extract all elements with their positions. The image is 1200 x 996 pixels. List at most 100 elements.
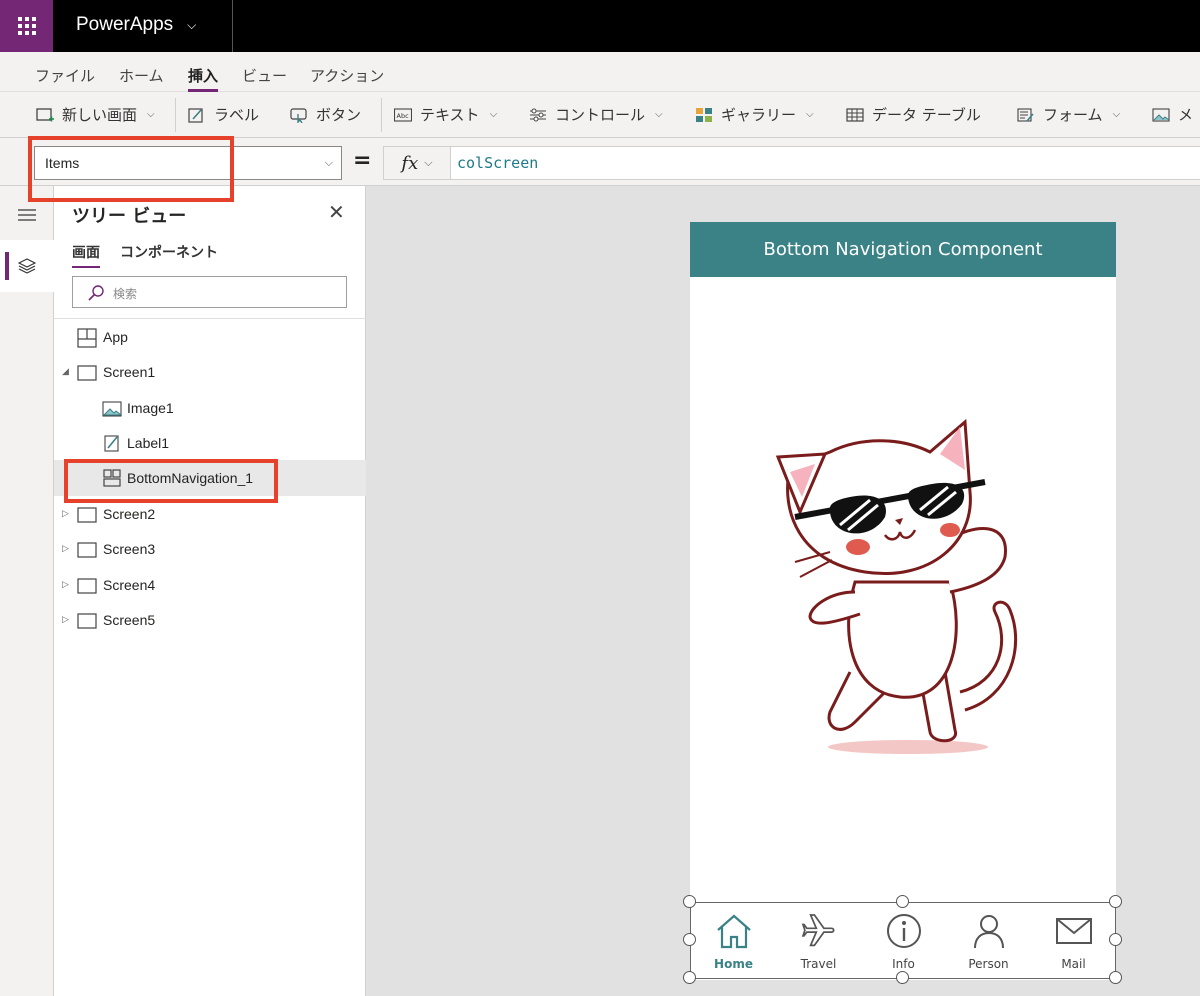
resize-handle[interactable] bbox=[683, 971, 696, 984]
tree-search-input[interactable]: 検索 bbox=[72, 276, 347, 308]
app-screen[interactable]: Bottom Navigation Component Home Travel … bbox=[683, 222, 1122, 984]
nav-item-travel[interactable]: Travel bbox=[776, 903, 861, 980]
tree-node-screen3[interactable]: ▷ Screen3 bbox=[54, 531, 366, 567]
app-launcher-button[interactable] bbox=[0, 0, 53, 52]
image-icon bbox=[1152, 107, 1170, 122]
gallery-button[interactable]: ギャラリー ⌵ bbox=[695, 104, 814, 125]
resize-handle[interactable] bbox=[1109, 933, 1122, 946]
expanded-triangle-icon[interactable]: ◢ bbox=[62, 366, 69, 377]
nav-item-person[interactable]: Person bbox=[946, 903, 1031, 980]
tab-components[interactable]: コンポーネント bbox=[120, 242, 218, 262]
data-table-button[interactable]: データ テーブル bbox=[846, 104, 981, 125]
nav-label: Mail bbox=[1061, 957, 1086, 971]
airplane-icon bbox=[801, 914, 835, 947]
tab-action[interactable]: アクション bbox=[310, 65, 384, 86]
tree-node-app[interactable]: App bbox=[54, 319, 366, 355]
left-rail bbox=[0, 186, 54, 996]
image-icon bbox=[102, 401, 122, 417]
mail-icon bbox=[1056, 918, 1092, 944]
nav-item-home[interactable]: Home bbox=[691, 903, 776, 980]
text-button[interactable]: Abc テキスト ⌵ bbox=[394, 104, 497, 125]
top-bar: PowerApps ⌵ bbox=[0, 0, 1200, 52]
tree-node-screen1[interactable]: ◢ Screen1 bbox=[54, 354, 366, 390]
tree-node-label: Screen5 bbox=[103, 612, 156, 628]
equals-sign: = bbox=[353, 148, 372, 173]
nav-item-info[interactable]: Info bbox=[861, 903, 946, 980]
fx-button[interactable]: fx ⌵ bbox=[383, 146, 451, 180]
controls-button-label: コントロール bbox=[555, 106, 646, 124]
chevron-down-icon: ⌵ bbox=[806, 109, 814, 120]
gallery-button-label: ギャラリー bbox=[721, 106, 797, 124]
screen-icon bbox=[77, 578, 97, 594]
cat-image[interactable] bbox=[770, 392, 1040, 762]
resize-handle[interactable] bbox=[683, 895, 696, 908]
app-name-menu[interactable]: PowerApps ⌵ bbox=[76, 14, 196, 36]
button-icon bbox=[290, 107, 307, 123]
divider bbox=[175, 98, 176, 132]
tab-insert[interactable]: 挿入 bbox=[188, 65, 219, 92]
close-icon[interactable]: ✕ bbox=[328, 200, 345, 224]
resize-handle[interactable] bbox=[896, 971, 909, 984]
form-icon bbox=[1017, 107, 1034, 122]
tree-node-label: Image1 bbox=[127, 400, 174, 416]
app-icon bbox=[77, 328, 97, 348]
collapsed-triangle-icon[interactable]: ▷ bbox=[62, 579, 69, 590]
collapsed-triangle-icon[interactable]: ▷ bbox=[62, 614, 69, 625]
highlight-box-property bbox=[28, 136, 234, 202]
tree-node-label: Label1 bbox=[127, 435, 170, 451]
nav-label: Info bbox=[892, 957, 915, 971]
bottom-navigation-component[interactable]: Home Travel Info Person Mail bbox=[690, 902, 1116, 979]
controls-button[interactable]: コントロール ⌵ bbox=[529, 104, 663, 125]
tree-node-image1[interactable]: Image1 bbox=[54, 390, 366, 426]
button-button[interactable]: ボタン bbox=[290, 104, 361, 125]
formula-input[interactable]: colScreen bbox=[451, 146, 1200, 180]
ribbon: 新しい画面 ⌵ ラベル ボタン Abc テキスト ⌵ コントロール ⌵ ギャラリー ⌵ … bbox=[0, 92, 1200, 138]
formula-text: colScreen bbox=[457, 154, 539, 172]
chevron-down-icon: ⌵ bbox=[147, 109, 155, 120]
screen-icon bbox=[77, 507, 97, 523]
active-indicator bbox=[5, 252, 9, 280]
highlight-box-component bbox=[64, 459, 278, 503]
tree-node-label1[interactable]: Label1 bbox=[54, 425, 366, 461]
screen-icon bbox=[77, 542, 97, 558]
form-button[interactable]: フォーム ⌵ bbox=[1017, 104, 1120, 125]
new-screen-icon bbox=[36, 107, 54, 121]
tab-view[interactable]: ビュー bbox=[242, 65, 287, 86]
tree-node-screen4[interactable]: ▷ Screen4 bbox=[54, 567, 366, 603]
label-button[interactable]: ラベル bbox=[188, 104, 259, 125]
collapsed-triangle-icon[interactable]: ▷ bbox=[62, 508, 69, 519]
header-label[interactable]: Bottom Navigation Component bbox=[690, 222, 1116, 277]
resize-handle[interactable] bbox=[683, 933, 696, 946]
nav-item-mail[interactable]: Mail bbox=[1031, 903, 1116, 980]
text-input-icon: Abc bbox=[394, 107, 412, 122]
table-icon bbox=[846, 107, 864, 122]
screen-icon bbox=[77, 365, 97, 381]
media-button-label: メ bbox=[1178, 106, 1194, 124]
tree-node-label: Screen4 bbox=[103, 577, 156, 593]
chevron-down-icon: ⌵ bbox=[489, 109, 498, 120]
chevron-down-icon: ⌵ bbox=[187, 17, 197, 32]
tree-node-screen5[interactable]: ▷ Screen5 bbox=[54, 602, 366, 638]
layers-icon bbox=[18, 258, 36, 274]
tree-view-toggle[interactable] bbox=[0, 240, 54, 292]
label-icon bbox=[188, 107, 203, 123]
design-canvas[interactable]: Bottom Navigation Component Home Travel … bbox=[366, 186, 1200, 996]
hamburger-icon[interactable] bbox=[17, 208, 37, 222]
resize-handle[interactable] bbox=[896, 895, 909, 908]
media-button[interactable]: メ bbox=[1152, 104, 1193, 125]
resize-handle[interactable] bbox=[1109, 971, 1122, 984]
tab-file[interactable]: ファイル bbox=[35, 65, 95, 86]
tab-screens[interactable]: 画面 bbox=[72, 242, 100, 268]
new-screen-button[interactable]: 新しい画面 ⌵ bbox=[36, 104, 155, 125]
data-table-button-label: データ テーブル bbox=[872, 106, 981, 124]
tree-node-label: Screen1 bbox=[103, 364, 156, 380]
gallery-icon bbox=[696, 107, 712, 122]
tab-home[interactable]: ホーム bbox=[119, 65, 164, 86]
tree-view-panel: ツリー ビュー ✕ 画面 コンポーネント 検索 App ◢ Screen1 Im… bbox=[54, 186, 366, 996]
resize-handle[interactable] bbox=[1109, 895, 1122, 908]
search-placeholder: 検索 bbox=[113, 287, 138, 301]
label-button-label: ラベル bbox=[214, 106, 260, 124]
collapsed-triangle-icon[interactable]: ▷ bbox=[62, 543, 69, 554]
menu-bar: ファイル ホーム 挿入 ビュー アクション bbox=[0, 52, 1200, 92]
app-name: PowerApps bbox=[76, 14, 174, 35]
